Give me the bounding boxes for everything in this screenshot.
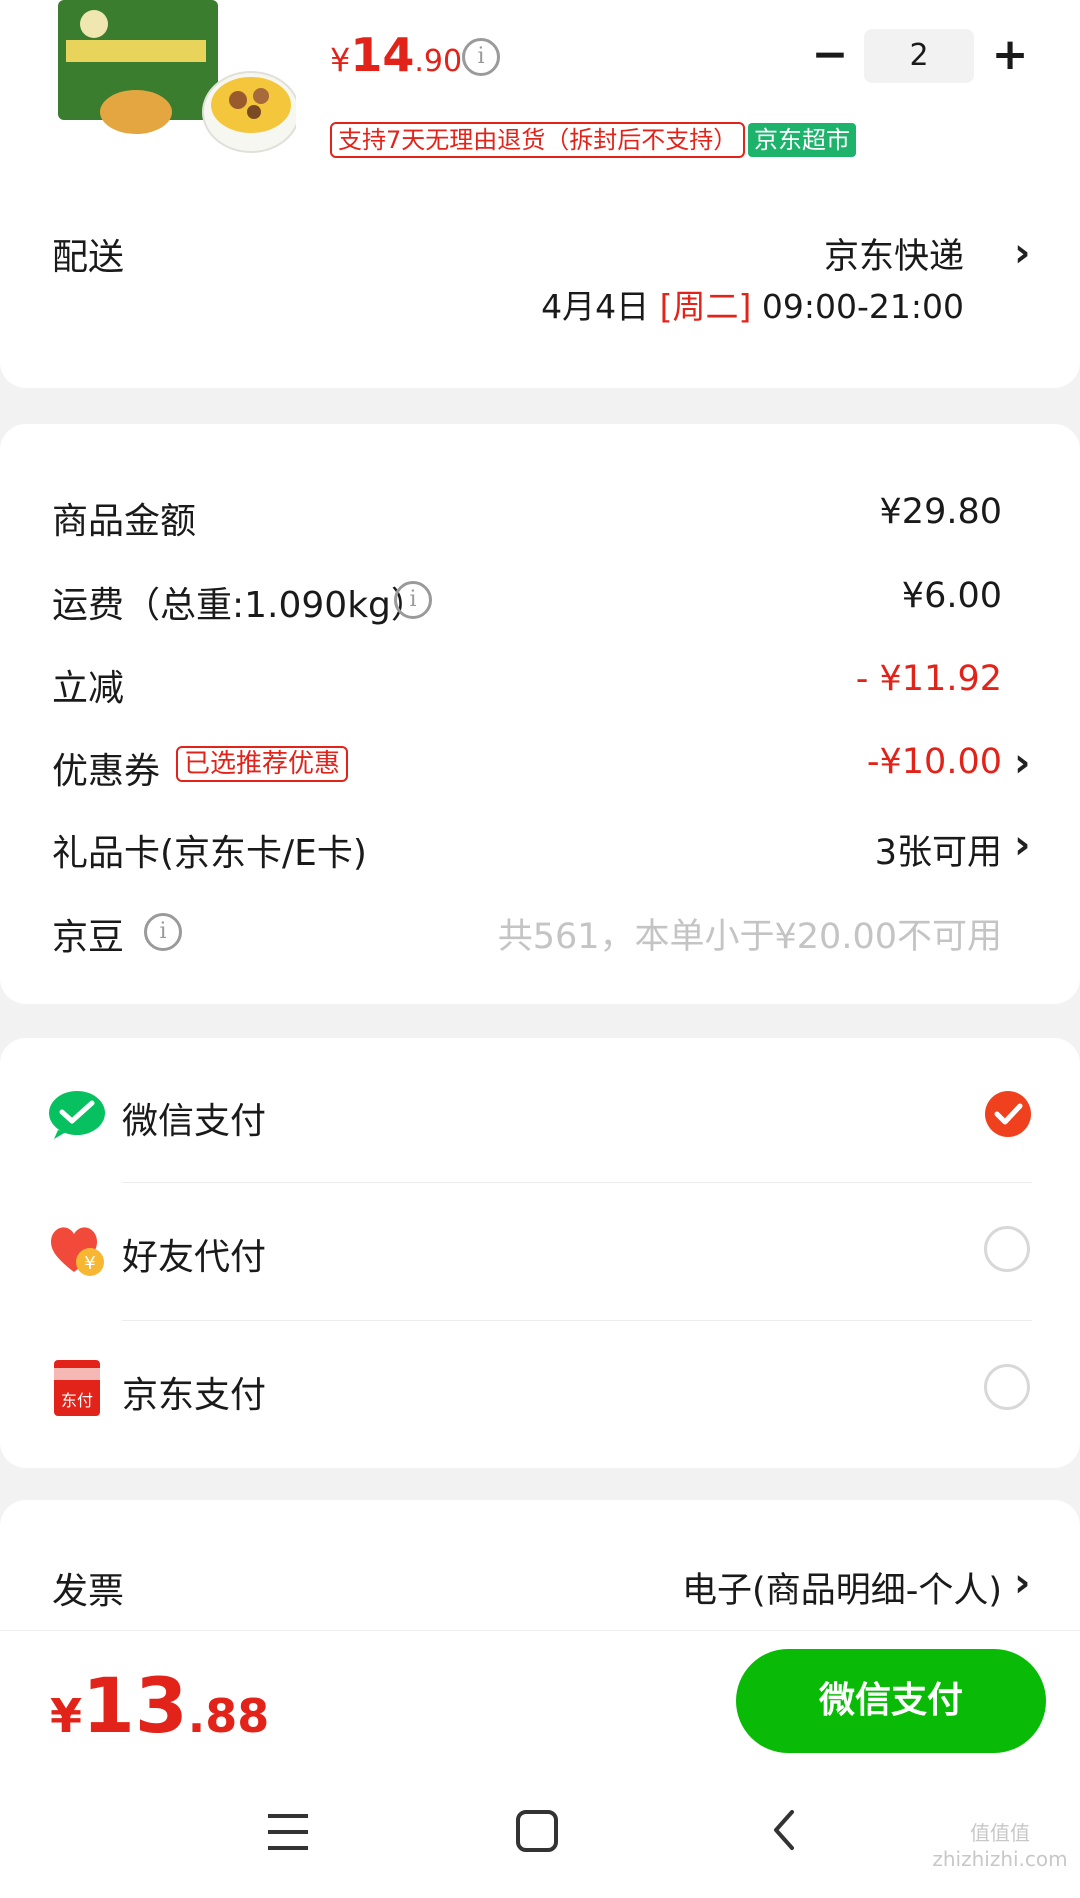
- quantity-input[interactable]: 2: [864, 29, 974, 83]
- checkout-bar: ¥13.88 微信支付: [0, 1630, 1080, 1771]
- payment-divider: [122, 1320, 1032, 1321]
- invoice-chevron-icon[interactable]: ›: [1014, 1560, 1030, 1606]
- jingdou-value: 共561，本单小于¥20.00不可用: [497, 917, 1002, 957]
- total-price: ¥13.88: [50, 1661, 269, 1750]
- payment-label-jdpay: 京东支付: [122, 1375, 267, 1416]
- wechat-pay-icon: [49, 1091, 105, 1139]
- total-currency: ¥: [50, 1689, 83, 1743]
- radio-unchecked-friend[interactable]: [984, 1226, 1030, 1272]
- giftcard-value[interactable]: 3张可用: [875, 824, 1002, 875]
- delivery-hours: 09:00-21:00: [761, 287, 964, 326]
- invoice-card[interactable]: 发票 电子(商品明细-个人) ›: [0, 1500, 1080, 1640]
- jd-pay-icon: 东付: [54, 1360, 100, 1416]
- price-currency: ¥: [330, 41, 351, 79]
- friend-pay-heart-icon: ¥: [50, 1227, 104, 1276]
- home-icon[interactable]: [516, 1810, 558, 1852]
- delivery-date: 4月4日: [541, 287, 650, 326]
- friend-pay-icon-text: ¥: [84, 1253, 95, 1274]
- system-nav-bar: 值值值 zhizhizhi.com: [0, 1770, 1080, 1898]
- invoice-value: 电子(商品明细-个人): [682, 1571, 1002, 1611]
- payment-methods-card: 微信支付 ¥ 好友代付 东付 京东支付: [0, 1038, 1080, 1468]
- coupon-value[interactable]: -¥10.00: [867, 742, 1002, 782]
- menu-icon[interactable]: [268, 1812, 308, 1850]
- return-policy-tag: 支持7天无理由退货（拆封后不支持）: [330, 122, 746, 158]
- product-card: ¥14.90 i − 2 + 支持7天无理由退货（拆封后不支持） 京东超市 配送…: [0, 0, 1080, 388]
- delivery-weekday: [周二]: [659, 287, 752, 326]
- shipping-info-icon[interactable]: i: [394, 581, 432, 619]
- jingdou-info-icon[interactable]: i: [144, 913, 182, 951]
- price-integer: 14: [350, 28, 415, 82]
- payment-divider: [122, 1182, 1032, 1183]
- discount-value: - ¥11.92: [855, 659, 1002, 699]
- payment-label-friend: 好友代付: [122, 1237, 267, 1278]
- product-image[interactable]: [56, 0, 296, 165]
- giftcard-label: 礼品卡(京东卡/E卡): [52, 833, 367, 874]
- watermark: 值值值 zhizhizhi.com: [932, 1821, 1068, 1871]
- quantity-plus-button[interactable]: +: [990, 30, 1030, 80]
- radio-checked-icon[interactable]: [984, 1090, 1032, 1138]
- total-integer: 13: [82, 1661, 188, 1750]
- coupon-tag: 已选推荐优惠: [176, 746, 349, 782]
- giftcard-chevron-icon[interactable]: ›: [1014, 822, 1030, 868]
- price-info-icon[interactable]: i: [462, 38, 500, 76]
- coupon-chevron-icon[interactable]: ›: [1014, 740, 1030, 786]
- invoice-label: 发票: [52, 1571, 125, 1612]
- payment-option-friend[interactable]: ¥ 好友代付: [0, 1184, 1080, 1318]
- discount-label: 立减: [52, 668, 125, 709]
- store-tag: 京东超市: [748, 123, 856, 157]
- radio-unchecked-jdpay[interactable]: [984, 1364, 1030, 1410]
- delivery-time[interactable]: 4月4日 [周二] 09:00-21:00: [541, 280, 964, 328]
- back-icon[interactable]: [770, 1808, 798, 1852]
- shipping-label: 运费（总重:1.090kg）: [52, 585, 427, 626]
- delivery-label: 配送: [52, 237, 125, 278]
- goods-amount-label: 商品金额: [52, 501, 197, 542]
- noodle-package-icon: [58, 0, 296, 153]
- delivery-chevron-icon[interactable]: ›: [1014, 230, 1030, 276]
- product-price: ¥14.90: [330, 28, 462, 82]
- jingdou-label: 京豆: [52, 917, 125, 958]
- quantity-minus-button[interactable]: −: [810, 30, 850, 80]
- payment-option-wechat[interactable]: 微信支付: [0, 1038, 1080, 1174]
- shipping-value: ¥6.00: [901, 576, 1002, 616]
- payment-label-wechat: 微信支付: [122, 1101, 267, 1142]
- pay-button[interactable]: 微信支付: [736, 1649, 1046, 1753]
- total-decimal: .88: [187, 1689, 270, 1743]
- payment-option-jdpay[interactable]: 东付 京东支付: [0, 1322, 1080, 1456]
- price-decimal: .90: [414, 44, 463, 79]
- coupon-label: 优惠券: [52, 751, 161, 792]
- delivery-carrier[interactable]: 京东快递: [824, 228, 964, 279]
- goods-amount-value: ¥29.80: [879, 492, 1002, 532]
- jd-pay-icon-text: 东付: [61, 1391, 93, 1410]
- order-summary-card: 商品金额 ¥29.80 运费（总重:1.090kg） i ¥6.00 立减 - …: [0, 424, 1080, 1004]
